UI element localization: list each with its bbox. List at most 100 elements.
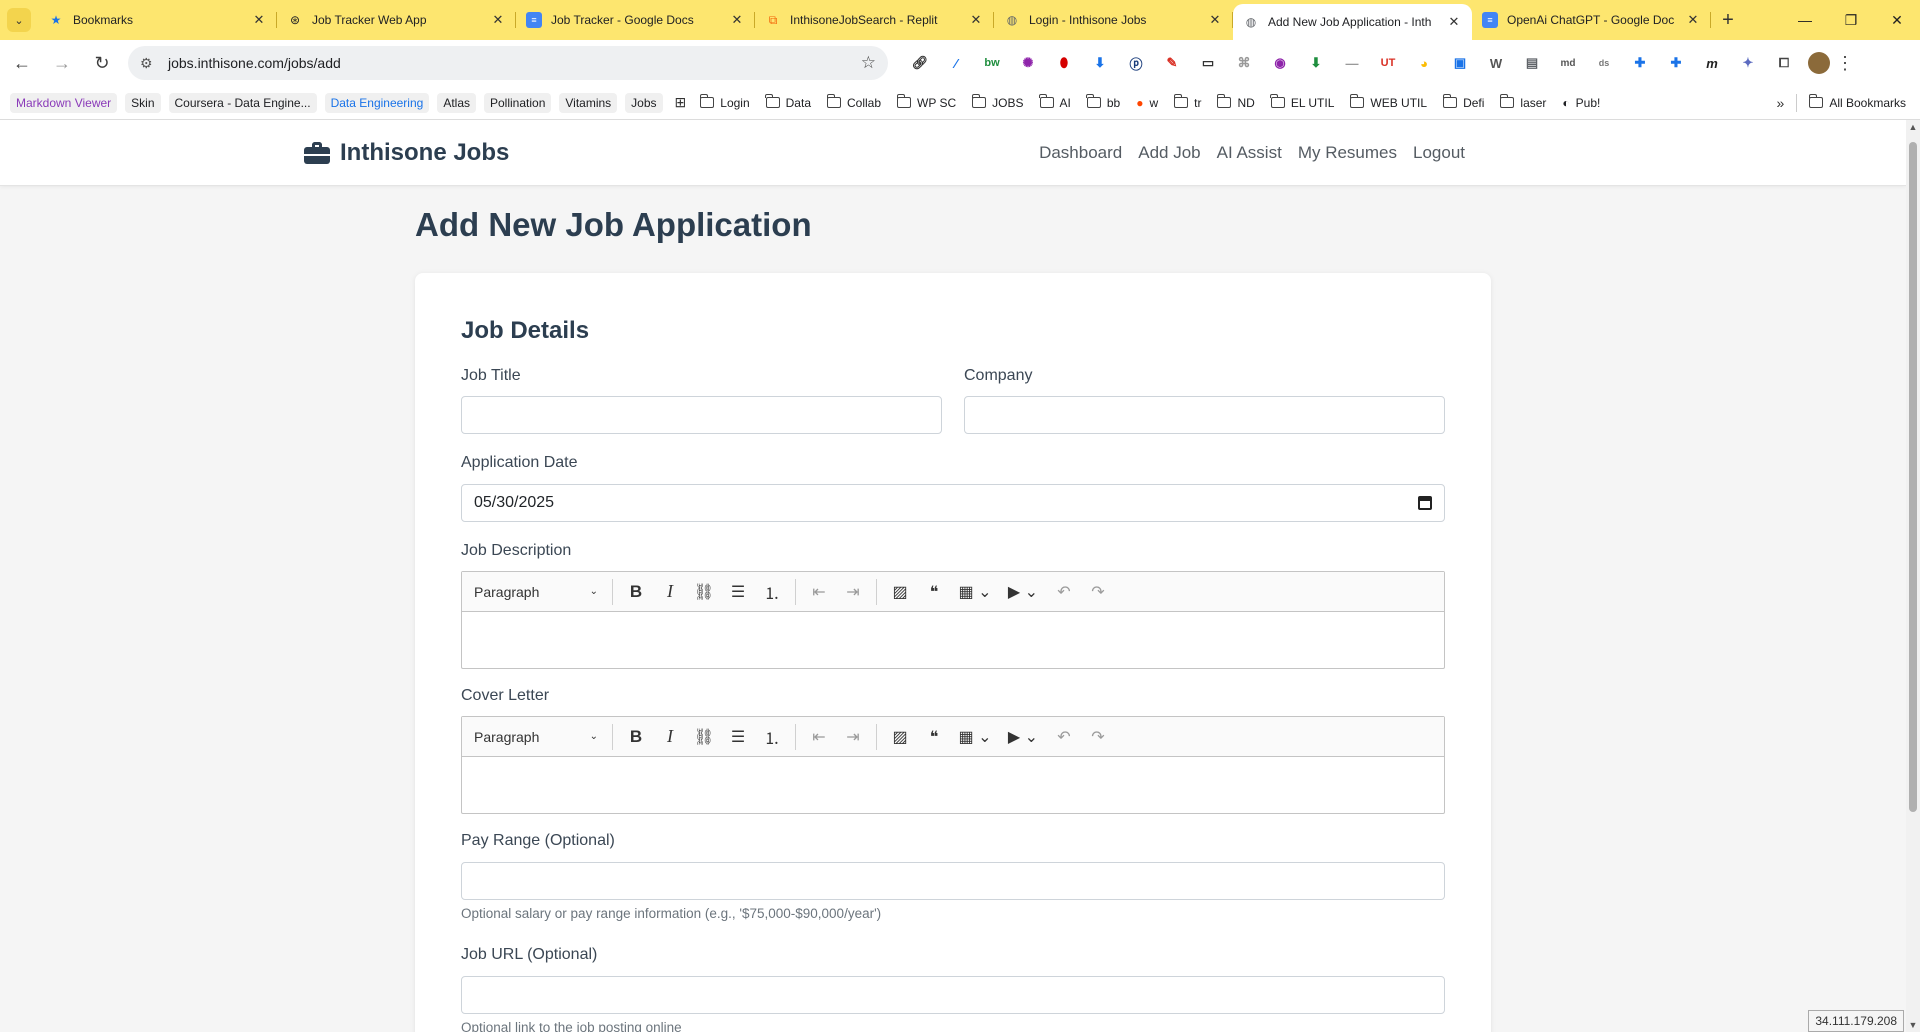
bookmark-folder-defi[interactable]: Defi bbox=[1442, 94, 1484, 110]
calendar-icon[interactable] bbox=[1418, 496, 1432, 510]
nav-logout[interactable]: Logout bbox=[1413, 143, 1465, 163]
job-url-input[interactable] bbox=[461, 976, 1445, 1014]
tab-openai-docs[interactable]: ≡ OpenAi ChatGPT - Google Doc ✕ bbox=[1472, 0, 1711, 40]
nav-dashboard[interactable]: Dashboard bbox=[1039, 143, 1122, 163]
indent-icon[interactable]: ⇥ bbox=[836, 577, 870, 607]
scrollbar-thumb[interactable] bbox=[1909, 142, 1917, 812]
paragraph-style-dropdown[interactable]: Paragraph ⌄ bbox=[466, 722, 606, 752]
close-tab-icon[interactable]: ✕ bbox=[1446, 14, 1462, 30]
cover-letter-textarea[interactable] bbox=[462, 757, 1444, 813]
job-title-input[interactable] bbox=[461, 396, 942, 434]
close-tab-icon[interactable]: ✕ bbox=[729, 12, 745, 28]
tab-add-job-application[interactable]: ◍ Add New Job Application - Inth ✕ bbox=[1233, 4, 1472, 40]
scroll-up-icon[interactable]: ▲ bbox=[1906, 122, 1920, 132]
bw-extension-icon[interactable]: bw bbox=[974, 48, 1010, 78]
brand-link[interactable]: Inthisone Jobs bbox=[304, 139, 509, 167]
bookmark-skin[interactable]: Skin bbox=[125, 92, 161, 113]
insert-media-icon[interactable]: ▶ ⌄ bbox=[999, 722, 1047, 752]
paragraph-style-dropdown[interactable]: Paragraph ⌄ bbox=[466, 577, 606, 607]
close-tab-icon[interactable]: ✕ bbox=[968, 12, 984, 28]
link-icon[interactable]: ⛓ bbox=[687, 577, 721, 607]
bookmark-w[interactable]: ● w bbox=[1136, 96, 1158, 110]
pay-range-input[interactable] bbox=[461, 862, 1445, 900]
opera-extension-icon[interactable]: ⬮ bbox=[1046, 48, 1082, 78]
bookmark-markdown-viewer[interactable]: Markdown Viewer bbox=[10, 92, 118, 113]
tab-login[interactable]: ◍ Login - Inthisone Jobs ✕ bbox=[994, 0, 1233, 40]
restore-icon[interactable]: ❐ bbox=[1828, 0, 1874, 40]
bookmark-folder-nd[interactable]: ND bbox=[1216, 94, 1255, 110]
ip-extension-icon[interactable]: ⓟ bbox=[1118, 48, 1154, 78]
chart-extension-icon[interactable]: ▭ bbox=[1190, 48, 1226, 78]
insert-image-icon[interactable]: ▨ bbox=[883, 722, 917, 752]
indent-icon[interactable]: ⇥ bbox=[836, 722, 870, 752]
tab-replit[interactable]: ⧉ InthisoneJobSearch - Replit ✕ bbox=[755, 0, 994, 40]
forward-button[interactable]: → bbox=[44, 45, 80, 81]
radio-extension-icon[interactable]: ◉ bbox=[1262, 48, 1298, 78]
bookmark-atlas[interactable]: Atlas bbox=[437, 92, 476, 113]
back-button[interactable]: ← bbox=[4, 45, 40, 81]
pen-red-extension-icon[interactable]: ✎ bbox=[1154, 48, 1190, 78]
tab-job-tracker-web-app[interactable]: ⊛ Job Tracker Web App ✕ bbox=[277, 0, 516, 40]
bookmark-pub[interactable]: ◐ Pub! bbox=[1562, 96, 1600, 110]
bookmark-folder-all-bookmarks[interactable]: All Bookmarks bbox=[1808, 94, 1906, 110]
close-tab-icon[interactable]: ✕ bbox=[251, 12, 267, 28]
extensions-puzzle-icon[interactable]: ⧠ bbox=[1766, 48, 1802, 78]
numbered-list-icon[interactable]: ⒈ bbox=[755, 577, 789, 607]
w-extension-icon[interactable]: W bbox=[1478, 48, 1514, 78]
insert-image-icon[interactable]: ▨ bbox=[883, 577, 917, 607]
tab-bookmarks[interactable]: ★ Bookmarks ✕ bbox=[38, 0, 277, 40]
italic-button[interactable]: I bbox=[653, 577, 687, 607]
bookmark-folder-ai[interactable]: AI bbox=[1039, 94, 1071, 110]
close-tab-icon[interactable]: ✕ bbox=[1685, 12, 1701, 28]
bold-button[interactable]: B bbox=[619, 722, 653, 752]
bookmark-coursera[interactable]: Coursera - Data Engine... bbox=[168, 92, 317, 113]
redo-icon[interactable]: ↷ bbox=[1081, 722, 1115, 752]
dash-extension-icon[interactable]: — bbox=[1334, 48, 1370, 78]
tab-job-tracker-docs[interactable]: ≡ Job Tracker - Google Docs ✕ bbox=[516, 0, 755, 40]
close-tab-icon[interactable]: ✕ bbox=[1207, 12, 1223, 28]
puzzle-blue2-extension-icon[interactable]: ✚ bbox=[1658, 48, 1694, 78]
undo-icon[interactable]: ↶ bbox=[1047, 577, 1081, 607]
bookmark-folder-data[interactable]: Data bbox=[765, 94, 811, 110]
bookmark-jobs[interactable]: Jobs bbox=[625, 92, 663, 113]
more-bookmarks-icon[interactable]: » bbox=[1777, 95, 1785, 111]
outdent-icon[interactable]: ⇤ bbox=[802, 722, 836, 752]
bulleted-list-icon[interactable]: ☰ bbox=[721, 577, 755, 607]
numbered-list-icon[interactable]: ⒈ bbox=[755, 722, 789, 752]
bookmark-folder-el-util[interactable]: EL UTIL bbox=[1270, 94, 1334, 110]
blockquote-icon[interactable]: ❝ bbox=[917, 577, 951, 607]
chrome-extension-icon[interactable]: ◕ bbox=[1406, 48, 1442, 78]
company-input[interactable] bbox=[964, 396, 1445, 434]
translate-extension-icon[interactable]: ⌘ bbox=[1226, 48, 1262, 78]
address-bar[interactable]: ⚙ jobs.inthisone.com/jobs/add ☆ bbox=[128, 46, 888, 80]
link-extension-icon[interactable]: 🔗︎ bbox=[902, 48, 938, 78]
insert-table-icon[interactable]: ▦ ⌄ bbox=[951, 722, 999, 752]
insert-media-icon[interactable]: ▶ ⌄ bbox=[999, 577, 1047, 607]
undo-icon[interactable]: ↶ bbox=[1047, 722, 1081, 752]
arrow-down-extension-icon[interactable]: ⬇ bbox=[1298, 48, 1334, 78]
ds-extension-icon[interactable]: ds bbox=[1586, 48, 1622, 78]
bookmark-star-icon[interactable]: ☆ bbox=[861, 53, 876, 73]
pen-extension-icon[interactable]: ⁄ bbox=[938, 48, 974, 78]
scroll-down-icon[interactable]: ▼ bbox=[1906, 1020, 1920, 1030]
profile-avatar[interactable] bbox=[1808, 52, 1830, 74]
site-info-icon[interactable]: ⚙ bbox=[140, 55, 160, 72]
ut-extension-icon[interactable]: UT bbox=[1370, 48, 1406, 78]
md-extension-icon[interactable]: md bbox=[1550, 48, 1586, 78]
bookmark-folder-collab[interactable]: Collab bbox=[826, 94, 881, 110]
close-window-icon[interactable]: ✕ bbox=[1874, 0, 1920, 40]
reload-button[interactable]: ↻ bbox=[84, 45, 120, 81]
nav-add-job[interactable]: Add Job bbox=[1138, 143, 1200, 163]
bookmark-folder-wp-sc[interactable]: WP SC bbox=[896, 94, 956, 110]
link-icon[interactable]: ⛓ bbox=[687, 722, 721, 752]
italic-button[interactable]: I bbox=[653, 722, 687, 752]
new-tab-button[interactable]: + bbox=[1711, 0, 1745, 40]
nav-my-resumes[interactable]: My Resumes bbox=[1298, 143, 1397, 163]
redo-icon[interactable]: ↷ bbox=[1081, 577, 1115, 607]
bookmark-folder-jobs[interactable]: JOBS bbox=[971, 94, 1024, 110]
tab-search-button[interactable]: ⌄ bbox=[0, 0, 38, 40]
gemini-extension-icon[interactable]: ✦ bbox=[1730, 48, 1766, 78]
page-scrollbar[interactable]: ▲ ▼ bbox=[1906, 120, 1920, 1032]
bookmark-pollination[interactable]: Pollination bbox=[484, 92, 552, 113]
job-description-textarea[interactable] bbox=[462, 612, 1444, 668]
